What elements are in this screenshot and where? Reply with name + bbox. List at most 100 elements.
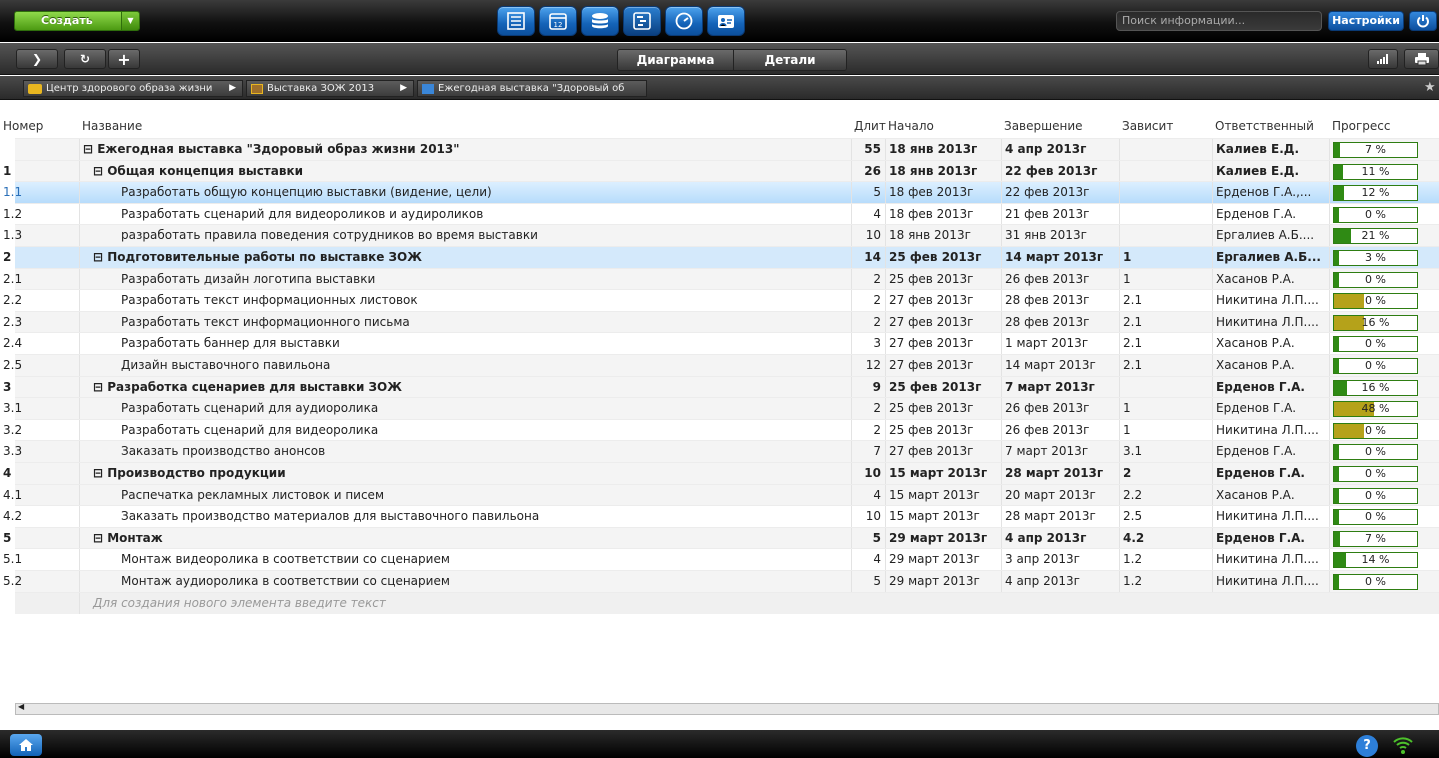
table-row[interactable]: 2.3 Разработать текст информационного пис… (3, 310, 1439, 333)
table-row[interactable]: 3.3 Заказать производство анонсов 7 27 фев … (3, 440, 1439, 463)
progress-value: 14 % (1361, 553, 1390, 567)
table-row[interactable]: 2 ⊟ Подготовительные работы по выставке З… (3, 246, 1439, 268)
task-name-text: Монтаж аудиоролика в соответствии со сце… (121, 574, 450, 588)
power-button[interactable] (1409, 11, 1437, 31)
task-duration-text: 3 (873, 336, 881, 351)
help-button[interactable]: ? (1356, 735, 1378, 757)
task-owner-text: Хасанов Р.А. (1216, 271, 1295, 286)
progress-bar: 16 % (1333, 314, 1418, 331)
view-calendar-button[interactable]: 12 (539, 6, 577, 36)
add-button[interactable]: + (108, 49, 140, 69)
table-row[interactable]: 1 ⊟ Общая концепция выставки 26 18 янв 2013… (3, 159, 1439, 182)
column-header-owner[interactable]: Ответственный (1212, 117, 1328, 137)
new-item-input[interactable]: Для создания нового элемента введите тек… (79, 592, 851, 614)
column-header-start[interactable]: Начало (885, 117, 1000, 137)
table-row[interactable]: 4 ⊟ Производство продукции 10 15 март 2013г… (3, 462, 1439, 484)
create-button[interactable]: Создать ▼ (14, 11, 140, 31)
view-gantt-button[interactable] (623, 6, 661, 36)
column-header-progress[interactable]: Прогресс (1329, 117, 1434, 137)
table-row[interactable]: 4.2 Заказать производство материалов для … (3, 505, 1439, 528)
chevron-down-icon[interactable]: ▼ (121, 12, 139, 30)
table-row[interactable]: 2.5 Дизайн выставочного павильона 12 27 фев… (3, 354, 1439, 376)
table-row[interactable]: 1.2 Разработать сценарий для видеороликов… (3, 202, 1439, 225)
new-item-row[interactable]: Для создания нового элемента введите тек… (15, 591, 1439, 614)
column-header-name[interactable]: Название (79, 117, 853, 137)
settings-button[interactable]: Настройки (1328, 11, 1404, 31)
progress-bar: 12 % (1333, 185, 1418, 202)
task-name: Разработать текст информационного письма (79, 311, 851, 333)
table-row[interactable]: 3.1 Разработать сценарий для аудиоролика 2… (3, 397, 1439, 420)
task-depends: 2.1 (1119, 333, 1212, 355)
task-start: 25 фев 2013г (885, 247, 1001, 268)
table-row[interactable]: 3 ⊟ Разработка сценариев для выставки ЗОЖ… (3, 375, 1439, 398)
task-number: 4.2 (0, 506, 79, 527)
task-end-text: 4 апр 2013г (1005, 530, 1087, 545)
task-start-text: 27 фев 2013г (889, 314, 974, 329)
task-depends-text: 1.2 (1123, 574, 1143, 588)
task-number-text: 5 (3, 530, 12, 545)
table-row[interactable]: ⊟ Ежегодная выставка "Здоровый образ жиз… (15, 138, 1439, 160)
table-row[interactable]: 5 ⊟ Монтаж 5 29 март 2013г 4 апр 2013г 4.2 Ерд… (3, 526, 1439, 549)
task-owner-text: Ерденов Г.А.,... (1216, 185, 1312, 200)
task-owner-text: Никитина Л.П.... (1216, 574, 1319, 588)
task-owner: Никитина Л.П.... (1212, 571, 1329, 592)
task-number: 5 (0, 528, 79, 549)
task-progress: 0 % (1329, 333, 1434, 355)
breadcrumb-item-project[interactable]: Выставка ЗОЖ 2013 ▶ (246, 80, 414, 97)
table-row[interactable]: 5.1 Монтаж видеоролика в соответствии со … (3, 548, 1439, 571)
breadcrumb-item-center[interactable]: Центр здорового образа жизни ▶ (23, 80, 243, 97)
task-end-text: 31 янв 2013г (1005, 228, 1087, 243)
task-name-text: Распечатка рекламных листовок и писем (121, 487, 384, 502)
task-depends: 1.2 (1119, 571, 1212, 592)
column-header-duration[interactable]: Длител (851, 117, 886, 137)
task-owner-text: Ерденов Г.А. (1216, 401, 1297, 416)
view-tasks-button[interactable] (497, 6, 535, 36)
task-start: 18 фев 2013г (885, 203, 1001, 225)
task-depends: 3.1 (1119, 441, 1212, 463)
refresh-button[interactable]: ↻ (64, 49, 106, 69)
table-row[interactable]: 2.2 Разработать текст информационных лист… (3, 289, 1439, 312)
home-button[interactable] (10, 734, 42, 756)
horizontal-scrollbar[interactable]: ◀ (15, 702, 1439, 715)
table-row[interactable]: 4.1 Распечатка рекламных листовок и писем… (3, 483, 1439, 506)
table-row[interactable]: 1.3 разработать правила поведения сотрудн… (3, 224, 1439, 247)
task-owner-text: Ерденов Г.А. (1216, 466, 1305, 480)
view-dashboard-button[interactable] (665, 6, 703, 36)
task-number: 1 (0, 161, 79, 182)
task-progress: 0 % (1329, 463, 1434, 484)
progress-bar: 48 % (1333, 401, 1418, 418)
task-start: 25 фев 2013г (885, 398, 1001, 420)
scroll-left-icon[interactable]: ◀ (18, 702, 24, 711)
task-name-text: Разработать сценарий для аудиоролика (121, 401, 379, 416)
table-row[interactable]: 5.2 Монтаж аудиоролика в соответствии со … (3, 570, 1439, 592)
column-header-end[interactable]: Завершение (1001, 117, 1117, 137)
view-contacts-button[interactable] (707, 6, 745, 36)
task-number (0, 139, 79, 160)
table-row[interactable]: 3.2 Разработать сценарий для видеоролика 2… (3, 418, 1439, 441)
task-depends-text: 2.1 (1123, 314, 1143, 329)
task-duration: 26 (851, 160, 885, 182)
search-input[interactable]: Поиск информации... (1116, 11, 1322, 31)
stats-button[interactable] (1368, 49, 1398, 69)
tab-diagram[interactable]: Диаграмма (618, 50, 733, 70)
task-end: 20 март 2013г (1001, 484, 1119, 506)
task-duration-text: 5 (873, 185, 881, 200)
print-button[interactable] (1404, 49, 1439, 69)
task-duration: 4 (851, 203, 885, 225)
view-database-button[interactable] (581, 6, 619, 36)
task-end-text: 4 апр 2013г (1005, 574, 1080, 588)
task-progress: 0 % (1329, 441, 1434, 463)
project-icon (251, 83, 263, 94)
tab-details[interactable]: Детали (733, 50, 846, 70)
progress-bar: 0 % (1333, 293, 1418, 310)
table-row[interactable]: 2.1 Разработать дизайн логотипа выставки 2… (3, 267, 1439, 290)
column-header-number[interactable]: Номер (0, 117, 64, 137)
task-end-text: 26 фев 2013г (1005, 271, 1090, 286)
breadcrumb-item-current[interactable]: Ежегодная выставка "Здоровый об (417, 80, 647, 97)
column-header-depends[interactable]: Зависит (1119, 117, 1212, 137)
table-row[interactable]: 1.1 Разработать общую концепцию выставки … (3, 181, 1439, 204)
star-icon[interactable]: ★ (1424, 80, 1436, 95)
task-owner-text: Ерденов Г.А. (1216, 206, 1297, 221)
table-row[interactable]: 2.4 Разработать баннер для выставки 3 27 фе… (3, 332, 1439, 355)
expand-button[interactable]: ❯ (16, 49, 58, 69)
